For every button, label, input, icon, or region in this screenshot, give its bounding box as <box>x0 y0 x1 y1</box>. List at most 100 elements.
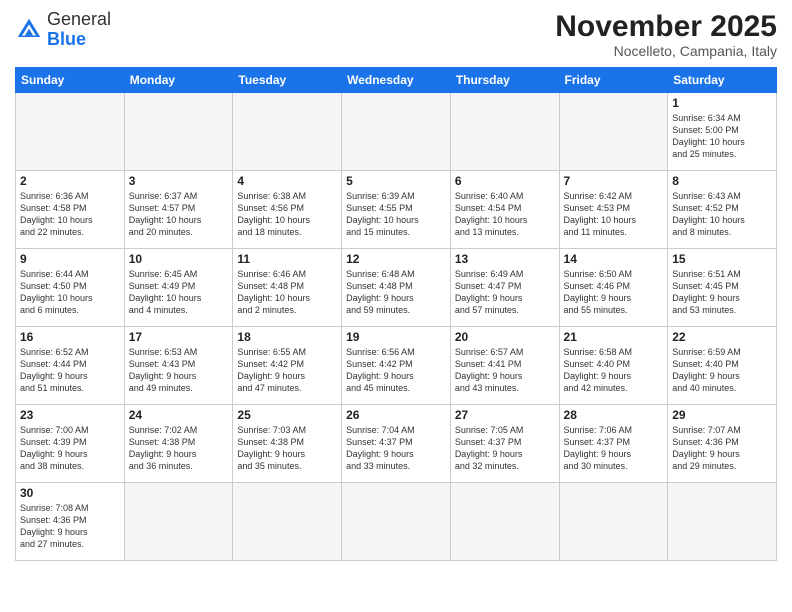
day-info: Sunrise: 7:06 AM Sunset: 4:37 PM Dayligh… <box>564 424 664 473</box>
day-info: Sunrise: 6:52 AM Sunset: 4:44 PM Dayligh… <box>20 346 120 395</box>
header-sunday: Sunday <box>16 68 125 93</box>
day-info: Sunrise: 6:58 AM Sunset: 4:40 PM Dayligh… <box>564 346 664 395</box>
day-number: 14 <box>564 252 664 266</box>
day-number: 2 <box>20 174 120 188</box>
day-number: 28 <box>564 408 664 422</box>
header: GeneralBlue November 2025 Nocelleto, Cam… <box>15 10 777 59</box>
table-row <box>342 483 451 561</box>
calendar-row: 1Sunrise: 6:34 AM Sunset: 5:00 PM Daylig… <box>16 93 777 171</box>
day-info: Sunrise: 7:00 AM Sunset: 4:39 PM Dayligh… <box>20 424 120 473</box>
table-row <box>16 93 125 171</box>
table-row: 27 Sunrise: 7:05 AM Sunset: 4:37 PM Dayli… <box>450 405 559 483</box>
table-row: 30Sunrise: 7:08 AM Sunset: 4:36 PM Dayli… <box>16 483 125 561</box>
day-info: Sunrise: 6:36 AM Sunset: 4:58 PM Dayligh… <box>20 190 120 239</box>
day-info: Sunrise: 6:43 AM Sunset: 4:52 PM Dayligh… <box>672 190 772 239</box>
day-info: Sunrise: 6:37 AM Sunset: 4:57 PM Dayligh… <box>129 190 229 239</box>
table-row: 25 Sunrise: 7:03 AM Sunset: 4:38 PM Dayli… <box>233 405 342 483</box>
day-info: Sunrise: 6:40 AM Sunset: 4:54 PM Dayligh… <box>455 190 555 239</box>
table-row: 3 Sunrise: 6:37 AM Sunset: 4:57 PM Daylig… <box>124 171 233 249</box>
header-saturday: Saturday <box>668 68 777 93</box>
day-number: 15 <box>672 252 772 266</box>
table-row: 19Sunrise: 6:56 AM Sunset: 4:42 PM Dayli… <box>342 327 451 405</box>
table-row: 11Sunrise: 6:46 AM Sunset: 4:48 PM Dayli… <box>233 249 342 327</box>
table-row: 14 Sunrise: 6:50 AM Sunset: 4:46 PM Dayli… <box>559 249 668 327</box>
logo-icon <box>15 16 43 44</box>
table-row: 16 Sunrise: 6:52 AM Sunset: 4:44 PM Dayli… <box>16 327 125 405</box>
day-number: 22 <box>672 330 772 344</box>
day-number: 16 <box>20 330 120 344</box>
table-row <box>124 483 233 561</box>
table-row: 2 Sunrise: 6:36 AM Sunset: 4:58 PM Daylig… <box>16 171 125 249</box>
table-row <box>559 483 668 561</box>
day-info: Sunrise: 6:46 AM Sunset: 4:48 PM Dayligh… <box>237 268 337 317</box>
day-info: Sunrise: 7:05 AM Sunset: 4:37 PM Dayligh… <box>455 424 555 473</box>
logo-text: GeneralBlue <box>47 10 111 50</box>
header-wednesday: Wednesday <box>342 68 451 93</box>
day-info: Sunrise: 7:04 AM Sunset: 4:37 PM Dayligh… <box>346 424 446 473</box>
table-row: 9Sunrise: 6:44 AM Sunset: 4:50 PM Daylig… <box>16 249 125 327</box>
calendar-row: 16 Sunrise: 6:52 AM Sunset: 4:44 PM Dayli… <box>16 327 777 405</box>
day-info: Sunrise: 6:34 AM Sunset: 5:00 PM Dayligh… <box>672 112 772 161</box>
day-number: 7 <box>564 174 664 188</box>
day-info: Sunrise: 6:51 AM Sunset: 4:45 PM Dayligh… <box>672 268 772 317</box>
table-row: 17 Sunrise: 6:53 AM Sunset: 4:43 PM Dayli… <box>124 327 233 405</box>
day-info: Sunrise: 6:39 AM Sunset: 4:55 PM Dayligh… <box>346 190 446 239</box>
table-row: 24Sunrise: 7:02 AM Sunset: 4:38 PM Dayli… <box>124 405 233 483</box>
day-number: 3 <box>129 174 229 188</box>
day-info: Sunrise: 7:03 AM Sunset: 4:38 PM Dayligh… <box>237 424 337 473</box>
header-thursday: Thursday <box>450 68 559 93</box>
table-row: 23Sunrise: 7:00 AM Sunset: 4:39 PM Dayli… <box>16 405 125 483</box>
day-number: 25 <box>237 408 337 422</box>
table-row: 18Sunrise: 6:55 AM Sunset: 4:42 PM Dayli… <box>233 327 342 405</box>
header-friday: Friday <box>559 68 668 93</box>
day-number: 4 <box>237 174 337 188</box>
table-row: 5 Sunrise: 6:39 AM Sunset: 4:55 PM Daylig… <box>342 171 451 249</box>
day-info: Sunrise: 6:55 AM Sunset: 4:42 PM Dayligh… <box>237 346 337 395</box>
day-number: 8 <box>672 174 772 188</box>
day-number: 27 <box>455 408 555 422</box>
table-row: 1Sunrise: 6:34 AM Sunset: 5:00 PM Daylig… <box>668 93 777 171</box>
day-number: 10 <box>129 252 229 266</box>
table-row: 10 Sunrise: 6:45 AM Sunset: 4:49 PM Dayli… <box>124 249 233 327</box>
day-number: 5 <box>346 174 446 188</box>
day-info: Sunrise: 7:08 AM Sunset: 4:36 PM Dayligh… <box>20 502 120 551</box>
title-block: November 2025 Nocelleto, Campania, Italy <box>555 10 777 59</box>
day-number: 20 <box>455 330 555 344</box>
table-row: 8 Sunrise: 6:43 AM Sunset: 4:52 PM Daylig… <box>668 171 777 249</box>
calendar-row: 30Sunrise: 7:08 AM Sunset: 4:36 PM Dayli… <box>16 483 777 561</box>
table-row <box>668 483 777 561</box>
day-number: 21 <box>564 330 664 344</box>
day-info: Sunrise: 6:48 AM Sunset: 4:48 PM Dayligh… <box>346 268 446 317</box>
day-info: Sunrise: 6:50 AM Sunset: 4:46 PM Dayligh… <box>564 268 664 317</box>
table-row <box>450 93 559 171</box>
table-row <box>124 93 233 171</box>
table-row <box>233 483 342 561</box>
table-row <box>450 483 559 561</box>
day-info: Sunrise: 6:45 AM Sunset: 4:49 PM Dayligh… <box>129 268 229 317</box>
table-row: 4 Sunrise: 6:38 AM Sunset: 4:56 PM Daylig… <box>233 171 342 249</box>
day-number: 26 <box>346 408 446 422</box>
day-number: 17 <box>129 330 229 344</box>
calendar-subtitle: Nocelleto, Campania, Italy <box>555 43 777 59</box>
day-info: Sunrise: 6:42 AM Sunset: 4:53 PM Dayligh… <box>564 190 664 239</box>
table-row: 12Sunrise: 6:48 AM Sunset: 4:48 PM Dayli… <box>342 249 451 327</box>
logo: GeneralBlue <box>15 10 111 50</box>
day-info: Sunrise: 7:07 AM Sunset: 4:36 PM Dayligh… <box>672 424 772 473</box>
day-info: Sunrise: 6:49 AM Sunset: 4:47 PM Dayligh… <box>455 268 555 317</box>
header-monday: Monday <box>124 68 233 93</box>
table-row <box>342 93 451 171</box>
table-row: 7 Sunrise: 6:42 AM Sunset: 4:53 PM Daylig… <box>559 171 668 249</box>
day-number: 24 <box>129 408 229 422</box>
page: GeneralBlue November 2025 Nocelleto, Cam… <box>0 0 792 612</box>
day-number: 29 <box>672 408 772 422</box>
day-info: Sunrise: 6:57 AM Sunset: 4:41 PM Dayligh… <box>455 346 555 395</box>
day-info: Sunrise: 6:56 AM Sunset: 4:42 PM Dayligh… <box>346 346 446 395</box>
day-info: Sunrise: 6:38 AM Sunset: 4:56 PM Dayligh… <box>237 190 337 239</box>
table-row: 26 Sunrise: 7:04 AM Sunset: 4:37 PM Dayli… <box>342 405 451 483</box>
table-row: 21 Sunrise: 6:58 AM Sunset: 4:40 PM Dayli… <box>559 327 668 405</box>
day-number: 9 <box>20 252 120 266</box>
table-row: 22Sunrise: 6:59 AM Sunset: 4:40 PM Dayli… <box>668 327 777 405</box>
header-tuesday: Tuesday <box>233 68 342 93</box>
day-info: Sunrise: 6:53 AM Sunset: 4:43 PM Dayligh… <box>129 346 229 395</box>
table-row <box>233 93 342 171</box>
